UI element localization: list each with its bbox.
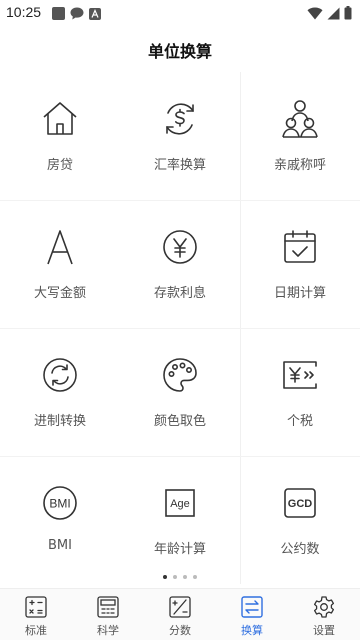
page-dot[interactable] [183, 575, 187, 579]
page-title: 单位换算 [147, 42, 212, 61]
tab-settings[interactable]: 设置 [288, 589, 360, 640]
calendar-check-icon [277, 224, 323, 270]
tool-label: 房贷 [46, 158, 73, 173]
tax-yen-icon [277, 352, 323, 398]
yen-coin-icon [157, 224, 203, 270]
bmi-icon: BMI [37, 480, 83, 526]
tab-label: 分数 [169, 624, 191, 637]
tool-deposit-interest[interactable]: 存款利息 [120, 200, 240, 328]
tool-relatives[interactable]: 亲戚称呼 [240, 72, 360, 200]
family-icon [277, 96, 323, 142]
age-icon-text: Age [170, 498, 190, 510]
tool-gcd[interactable]: GCD 公约数 [240, 456, 360, 584]
tab-label: 换算 [241, 624, 263, 637]
tab-label: 科学 [97, 624, 119, 637]
app-a-icon [89, 5, 101, 24]
tool-color-picker[interactable]: 颜色取色 [120, 328, 240, 456]
tool-label: 存款利息 [153, 286, 206, 301]
tool-label: 个税 [286, 414, 313, 429]
tool-income-tax[interactable]: 个税 [240, 328, 360, 456]
tab-label: 设置 [313, 624, 335, 637]
status-bar: 10:25 [0, 0, 360, 24]
battery-icon [344, 5, 352, 24]
tool-label: 年龄计算 [153, 542, 206, 557]
tool-age-calc[interactable]: Age 年龄计算 [120, 456, 240, 584]
status-time: 10:25 [6, 4, 42, 20]
tool-base-convert[interactable]: 进制转换 [0, 328, 120, 456]
scientific-calculator-icon [97, 596, 119, 618]
tool-label: BMI [48, 538, 72, 553]
fraction-icon [169, 596, 191, 618]
tool-label: 公约数 [280, 542, 320, 557]
tab-convert[interactable]: 换算 [216, 589, 288, 640]
page-dot[interactable] [193, 575, 197, 579]
calculator-icon [25, 596, 47, 618]
page-indicator [0, 575, 360, 583]
tool-label: 日期计算 [273, 286, 326, 301]
tool-mortgage[interactable]: 房贷 [0, 72, 120, 200]
currency-exchange-icon [157, 96, 203, 142]
tool-label: 大写金额 [33, 286, 86, 301]
age-icon: Age [157, 480, 203, 526]
tab-standard[interactable]: 标准 [0, 589, 72, 640]
letter-a-icon [37, 224, 83, 270]
tool-grid: 房贷 汇率换算 亲戚称呼 大写金额 存款利息 日期计算 进制转换 颜色取色 个税… [0, 72, 360, 584]
page-dot[interactable] [173, 575, 177, 579]
refresh-icon [37, 352, 83, 398]
tool-label: 汇率换算 [153, 158, 206, 173]
page-dot[interactable] [163, 575, 167, 579]
tool-capital-amount[interactable]: 大写金额 [0, 200, 120, 328]
tool-exchange-rate[interactable]: 汇率换算 [120, 72, 240, 200]
signal-icon [327, 5, 340, 24]
gcd-icon-text: GCD [288, 498, 313, 510]
gear-icon [313, 596, 335, 618]
convert-icon [241, 596, 263, 618]
bottom-tab-bar: 标准 科学 分数 换算 设置 [0, 588, 360, 640]
notification-square-icon [52, 5, 65, 24]
tool-label: 颜色取色 [153, 414, 206, 429]
tab-label: 标准 [25, 624, 47, 637]
house-icon [37, 96, 83, 142]
bmi-icon-text: BMI [49, 497, 70, 511]
tab-fraction[interactable]: 分数 [144, 589, 216, 640]
tab-scientific[interactable]: 科学 [72, 589, 144, 640]
palette-icon [157, 352, 203, 398]
tool-date-calc[interactable]: 日期计算 [240, 200, 360, 328]
wifi-icon [307, 5, 323, 24]
gcd-icon: GCD [277, 480, 323, 526]
tool-label: 进制转换 [33, 414, 86, 429]
tool-label: 亲戚称呼 [273, 158, 326, 173]
tool-bmi[interactable]: BMI BMI [0, 456, 120, 584]
message-bubble-icon [70, 5, 84, 24]
